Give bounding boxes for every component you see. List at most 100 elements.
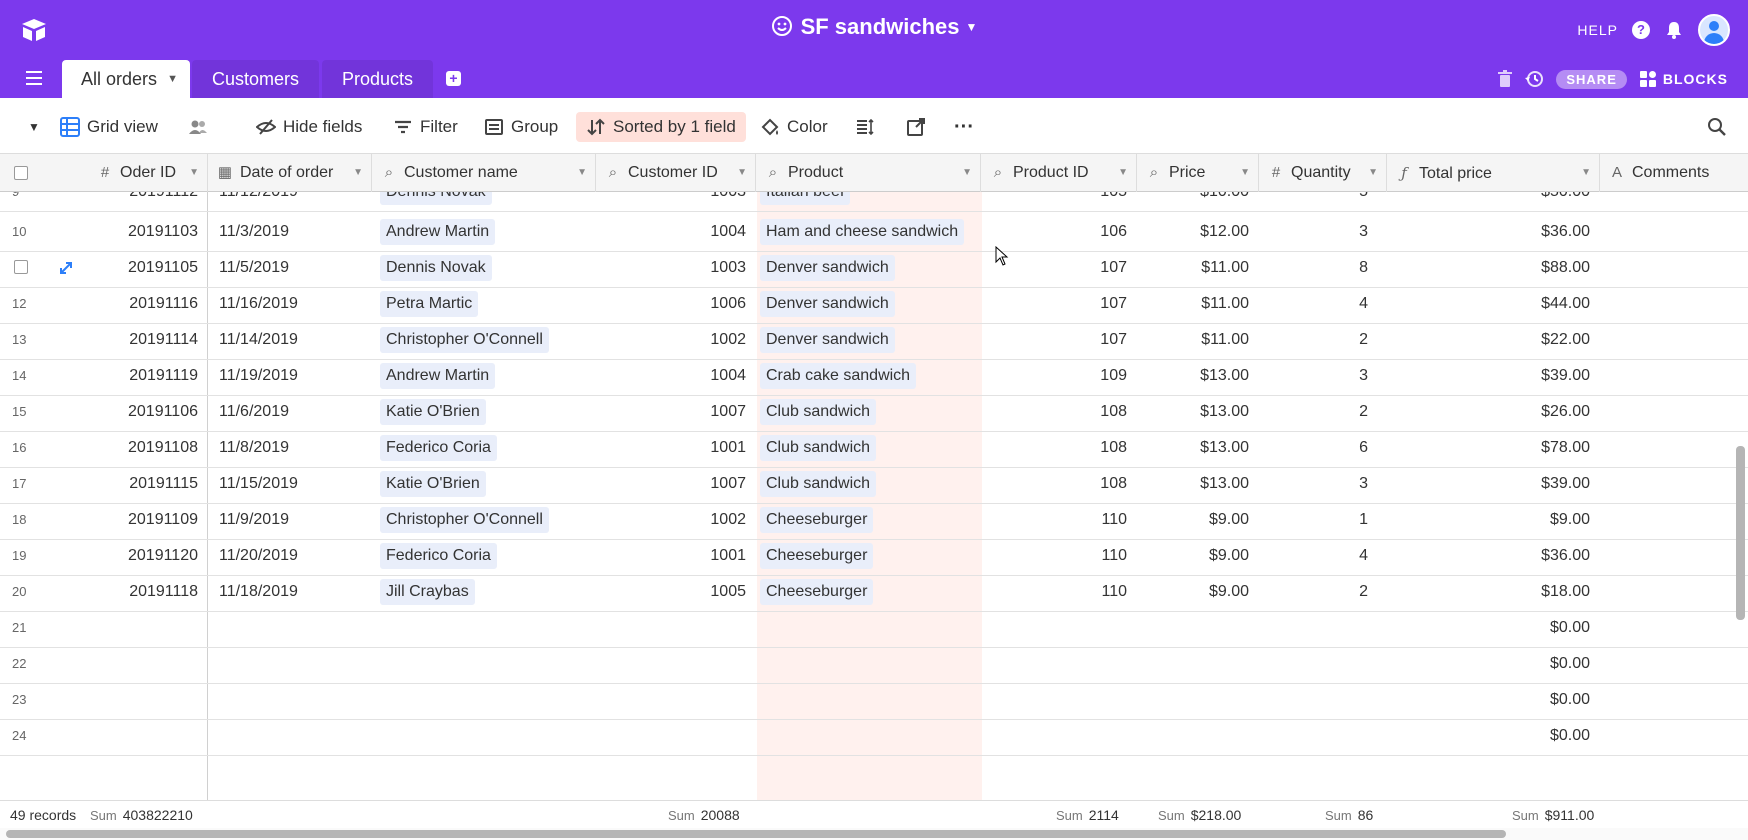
cell-product[interactable]: Denver sandwich xyxy=(756,320,981,360)
table-row[interactable]: 23 $0.00 xyxy=(0,680,1748,720)
chevron-down-icon[interactable]: ▼ xyxy=(1581,154,1591,192)
cell-customer-id[interactable]: 1005 xyxy=(596,572,756,612)
cell-comments[interactable] xyxy=(1600,500,1748,540)
cell-total-price[interactable]: $36.00 xyxy=(1387,212,1600,252)
blocks-button[interactable]: BLOCKS xyxy=(1639,70,1728,88)
product-id-sum[interactable]: Sum 2114 xyxy=(1056,801,1119,829)
cell-price[interactable]: $12.00 xyxy=(1137,212,1259,252)
cell-total-price[interactable]: $26.00 xyxy=(1387,392,1600,432)
cell-price[interactable]: $11.00 xyxy=(1137,284,1259,324)
cell-price[interactable]: $9.00 xyxy=(1137,536,1259,576)
group-button[interactable]: Group xyxy=(484,112,558,142)
table-row[interactable]: 13 20191114 11/14/2019 Christopher O'Connel… xyxy=(0,320,1748,360)
horizontal-scrollbar[interactable] xyxy=(0,828,1748,840)
cell-comments[interactable] xyxy=(1600,356,1748,396)
row-select-checkbox[interactable] xyxy=(14,260,28,274)
base-title[interactable]: SF sandwiches ▼ xyxy=(0,14,1748,40)
linked-record-chip[interactable]: Andrew Martin xyxy=(380,362,496,389)
cell-order-id[interactable]: 20191105 xyxy=(88,248,208,288)
cell-price[interactable]: $13.00 xyxy=(1137,356,1259,396)
cell-customer-name[interactable]: Andrew Martin xyxy=(372,212,596,252)
linked-record-chip[interactable]: Ham and cheese sandwich xyxy=(760,218,965,245)
cell-product[interactable]: Cheeseburger xyxy=(756,536,981,576)
cell-date[interactable]: 11/20/2019 xyxy=(208,536,372,576)
cell-date[interactable]: 11/3/2019 xyxy=(208,212,372,252)
linked-record-chip[interactable]: Denver sandwich xyxy=(760,254,895,281)
cell-order-id[interactable]: 20191103 xyxy=(88,212,208,252)
trash-icon[interactable] xyxy=(1498,70,1513,88)
cell-product-id[interactable]: 110 xyxy=(981,536,1137,576)
cell-comments[interactable] xyxy=(1600,572,1748,612)
cell-product[interactable]: Club sandwich xyxy=(756,392,981,432)
linked-record-chip[interactable]: Club sandwich xyxy=(760,398,877,425)
tab-products[interactable]: Products xyxy=(322,60,434,98)
cell-customer-name[interactable]: Jill Craybas xyxy=(372,572,596,612)
column-header-product-id[interactable]: ⌕ Product ID ▼ xyxy=(981,154,1137,192)
cell-total-price[interactable]: $39.00 xyxy=(1387,356,1600,396)
cell-product-id[interactable]: 110 xyxy=(981,572,1137,612)
linked-record-chip[interactable]: Christopher O'Connell xyxy=(380,326,549,353)
chevron-down-icon[interactable]: ▼ xyxy=(577,154,587,192)
cell-comments[interactable] xyxy=(1600,644,1748,684)
linked-record-chip[interactable]: Jill Craybas xyxy=(380,578,475,605)
table-row[interactable]: 14 20191119 11/19/2019 Andrew Martin 1004 Cra… xyxy=(0,356,1748,396)
linked-record-chip[interactable]: Dennis Novak xyxy=(380,254,492,281)
cell-date[interactable]: 11/19/2019 xyxy=(208,356,372,396)
cell-date[interactable]: 11/9/2019 xyxy=(208,500,372,540)
total-price-sum[interactable]: Sum $911.00 xyxy=(1512,801,1594,829)
cell-order-id[interactable]: 20191119 xyxy=(88,356,208,396)
cell-quantity[interactable]: 1 xyxy=(1259,500,1378,540)
cell-customer-name[interactable]: Katie O'Brien xyxy=(372,392,596,432)
cell-customer-name[interactable] xyxy=(372,608,596,648)
column-header-quantity[interactable]: # Quantity ▼ xyxy=(1259,154,1387,192)
linked-record-chip[interactable]: Andrew Martin xyxy=(380,218,496,245)
cell-date[interactable]: 11/6/2019 xyxy=(208,392,372,432)
table-row[interactable]: 12 20191116 11/16/2019 Petra Martic 1006 Denv… xyxy=(0,284,1748,324)
collaborators-icon[interactable] xyxy=(188,112,208,142)
chevron-down-icon[interactable]: ▼ xyxy=(353,154,363,192)
column-header-comments[interactable]: A Comments xyxy=(1600,154,1748,192)
cell-customer-id[interactable]: 1004 xyxy=(596,356,756,396)
cell-date[interactable]: 11/18/2019 xyxy=(208,572,372,612)
table-row[interactable]: 18 20191109 11/9/2019 Christopher O'Connell… xyxy=(0,500,1748,540)
column-header-price[interactable]: ⌕ Price ▼ xyxy=(1137,154,1259,192)
cell-product-id[interactable] xyxy=(981,608,1137,648)
cell-price[interactable] xyxy=(1137,716,1259,756)
linked-record-chip[interactable]: Christopher O'Connell xyxy=(380,506,549,533)
view-switcher-chevron-icon[interactable]: ▼ xyxy=(28,112,40,142)
column-header-date[interactable]: ▦ Date of order ▼ xyxy=(208,154,372,192)
cell-date[interactable] xyxy=(208,680,372,720)
chevron-down-icon[interactable]: ▼ xyxy=(189,154,199,192)
linked-record-chip[interactable]: Federico Coria xyxy=(380,542,497,569)
cell-price[interactable]: $13.00 xyxy=(1137,428,1259,468)
cell-order-id[interactable]: 20191118 xyxy=(88,572,208,612)
horizontal-scrollbar-thumb[interactable] xyxy=(6,830,1506,838)
table-row[interactable]: 17 20191115 11/15/2019 Katie O'Brien 1007 Clu… xyxy=(0,464,1748,504)
chevron-down-icon[interactable]: ▼ xyxy=(737,154,747,192)
column-header-total-price[interactable]: ƒ Total price ▼ xyxy=(1387,154,1600,192)
cell-customer-id[interactable]: 1007 xyxy=(596,392,756,432)
cell-price[interactable] xyxy=(1137,680,1259,720)
cell-customer-name[interactable]: Christopher O'Connell xyxy=(372,320,596,360)
tab-customers[interactable]: Customers xyxy=(192,60,320,98)
linked-record-chip[interactable]: Katie O'Brien xyxy=(380,470,486,497)
cell-price[interactable] xyxy=(1137,608,1259,648)
cell-comments[interactable] xyxy=(1600,212,1748,252)
table-row[interactable]: 10 20191103 11/3/2019 Andrew Martin 1004 Ham … xyxy=(0,212,1748,252)
table-row[interactable]: 20191105 11/5/2019 Dennis Novak 1003 Denver … xyxy=(0,248,1748,288)
cell-comments[interactable] xyxy=(1600,536,1748,576)
linked-record-chip[interactable]: Club sandwich xyxy=(760,470,877,497)
view-selector[interactable]: Grid view xyxy=(60,112,158,142)
cell-customer-id[interactable] xyxy=(596,644,756,684)
vertical-scrollbar[interactable] xyxy=(1736,446,1745,620)
chevron-down-icon[interactable]: ▼ xyxy=(1118,154,1128,192)
cell-total-price[interactable]: $0.00 xyxy=(1387,644,1600,684)
cell-date[interactable]: 11/5/2019 xyxy=(208,248,372,288)
cell-order-id[interactable]: 20191115 xyxy=(88,464,208,504)
cell-price[interactable] xyxy=(1137,644,1259,684)
linked-record-chip[interactable]: Petra Martic xyxy=(380,290,479,317)
table-row[interactable]: 15 20191106 11/6/2019 Katie O'Brien 1007 Club… xyxy=(0,392,1748,432)
cell-customer-id[interactable]: 1006 xyxy=(596,284,756,324)
cell-quantity[interactable]: 2 xyxy=(1259,392,1378,432)
column-header-customer-id[interactable]: ⌕ Customer ID ▼ xyxy=(596,154,756,192)
